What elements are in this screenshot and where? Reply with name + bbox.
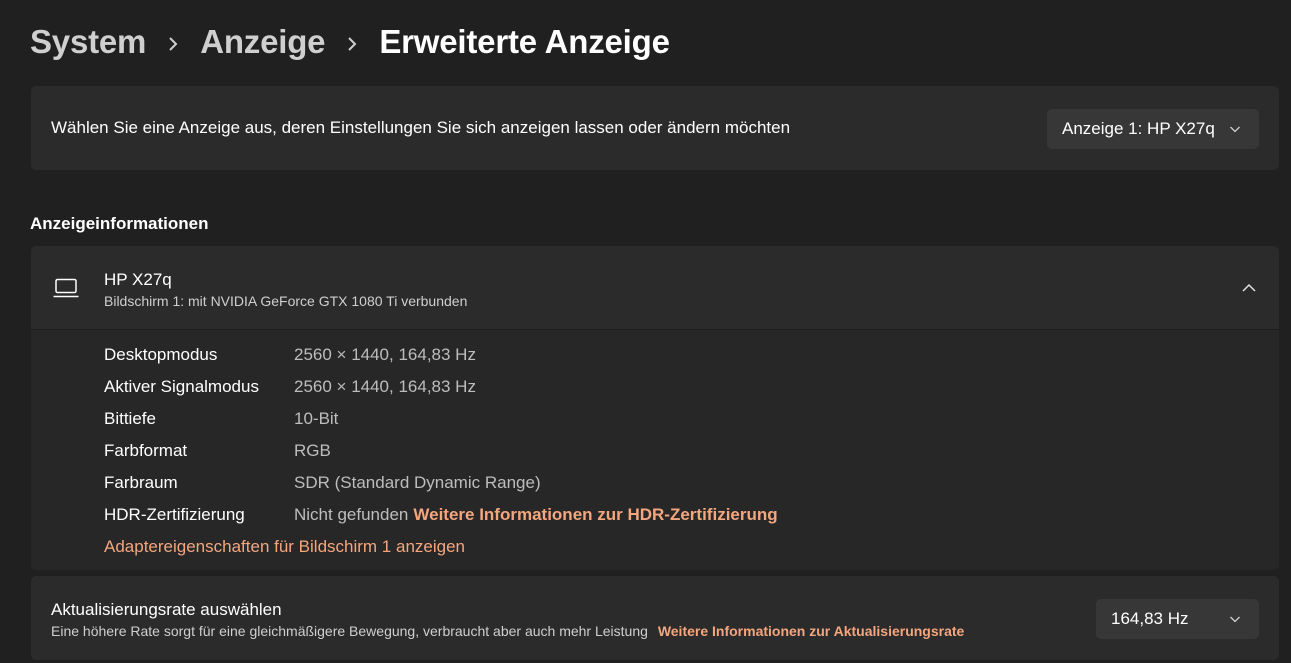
refresh-rate-card: Aktualisierungsrate auswählen Eine höher…: [31, 576, 1279, 660]
breadcrumb: System Anzeige Erweiterte Anzeige: [30, 18, 670, 66]
settings-page: System Anzeige Erweiterte Anzeige Wählen…: [0, 0, 1291, 663]
monitor-name: HP X27q: [104, 270, 172, 289]
display-info-header[interactable]: HP X27q Bildschirm 1: mit NVIDIA GeForce…: [31, 246, 1279, 330]
display-select-value: Anzeige 1: HP X27q: [1062, 119, 1215, 138]
section-title-display-info: Anzeigeinformationen: [30, 214, 209, 233]
refresh-rate-dropdown[interactable]: 164,83 Hz: [1096, 599, 1259, 639]
info-row: Aktiver Signalmodus 2560 × 1440, 164,83 …: [104, 375, 476, 399]
laptop-icon: [53, 278, 79, 298]
info-row-label: Aktiver Signalmodus: [104, 377, 259, 396]
chevron-right-icon: [146, 23, 200, 61]
chevron-down-icon: [1230, 616, 1240, 623]
breadcrumb-system[interactable]: System: [30, 23, 146, 61]
info-row-label: Farbraum: [104, 473, 178, 492]
chevron-right-icon: [325, 23, 379, 61]
select-display-label: Wählen Sie eine Anzeige aus, deren Einst…: [51, 118, 791, 137]
info-row-value: 2560 × 1440, 164,83 Hz: [294, 345, 476, 364]
page-title: Erweiterte Anzeige: [379, 23, 670, 60]
select-display-card: Wählen Sie eine Anzeige aus, deren Einst…: [31, 86, 1279, 170]
refresh-rate-value: 164,83 Hz: [1111, 609, 1189, 628]
refresh-rate-info-link[interactable]: Weitere Informationen zur Aktualisierung…: [658, 623, 965, 639]
info-row-value: 10-Bit: [294, 409, 339, 428]
refresh-rate-title: Aktualisierungsrate auswählen: [51, 600, 282, 619]
hdr-label: HDR-Zertifizierung: [104, 505, 245, 524]
display-info-expander: HP X27q Bildschirm 1: mit NVIDIA GeForce…: [31, 246, 1279, 570]
display-info-body: Desktopmodus 2560 × 1440, 164,83 Hz Akti…: [31, 330, 1279, 570]
hdr-info-link[interactable]: Weitere Informationen zur HDR-Zertifizie…: [413, 505, 777, 525]
info-row: Farbraum SDR (Standard Dynamic Range): [104, 471, 541, 495]
info-row-label: Bittiefe: [104, 409, 156, 428]
info-row-hdr: HDR-Zertifizierung Nicht gefunden Weiter…: [104, 503, 778, 527]
refresh-rate-description: Eine höhere Rate sorgt für eine gleichmä…: [51, 623, 964, 639]
info-row: Bittiefe 10-Bit: [104, 407, 338, 431]
info-row-label: Farbformat: [104, 441, 188, 460]
adapter-row: Adaptereigenschaften für Bildschirm 1 an…: [104, 535, 465, 559]
hdr-value: Nicht gefunden: [294, 505, 409, 524]
info-row: Farbformat RGB: [104, 439, 331, 463]
monitor-subtitle: Bildschirm 1: mit NVIDIA GeForce GTX 108…: [104, 293, 468, 309]
info-row-value: RGB: [294, 441, 331, 460]
info-row-value: SDR (Standard Dynamic Range): [294, 473, 541, 492]
refresh-rate-description-text: Eine höhere Rate sorgt für eine gleichmä…: [51, 623, 648, 639]
chevron-down-icon: [1230, 126, 1240, 133]
adapter-properties-link[interactable]: Adaptereigenschaften für Bildschirm 1 an…: [104, 537, 465, 557]
info-row-value: 2560 × 1440, 164,83 Hz: [294, 377, 476, 396]
info-row: Desktopmodus 2560 × 1440, 164,83 Hz: [104, 343, 476, 367]
chevron-up-icon[interactable]: [1241, 281, 1257, 295]
breadcrumb-anzeige[interactable]: Anzeige: [200, 23, 325, 61]
display-select-dropdown[interactable]: Anzeige 1: HP X27q: [1047, 109, 1259, 149]
info-row-label: Desktopmodus: [104, 345, 218, 364]
